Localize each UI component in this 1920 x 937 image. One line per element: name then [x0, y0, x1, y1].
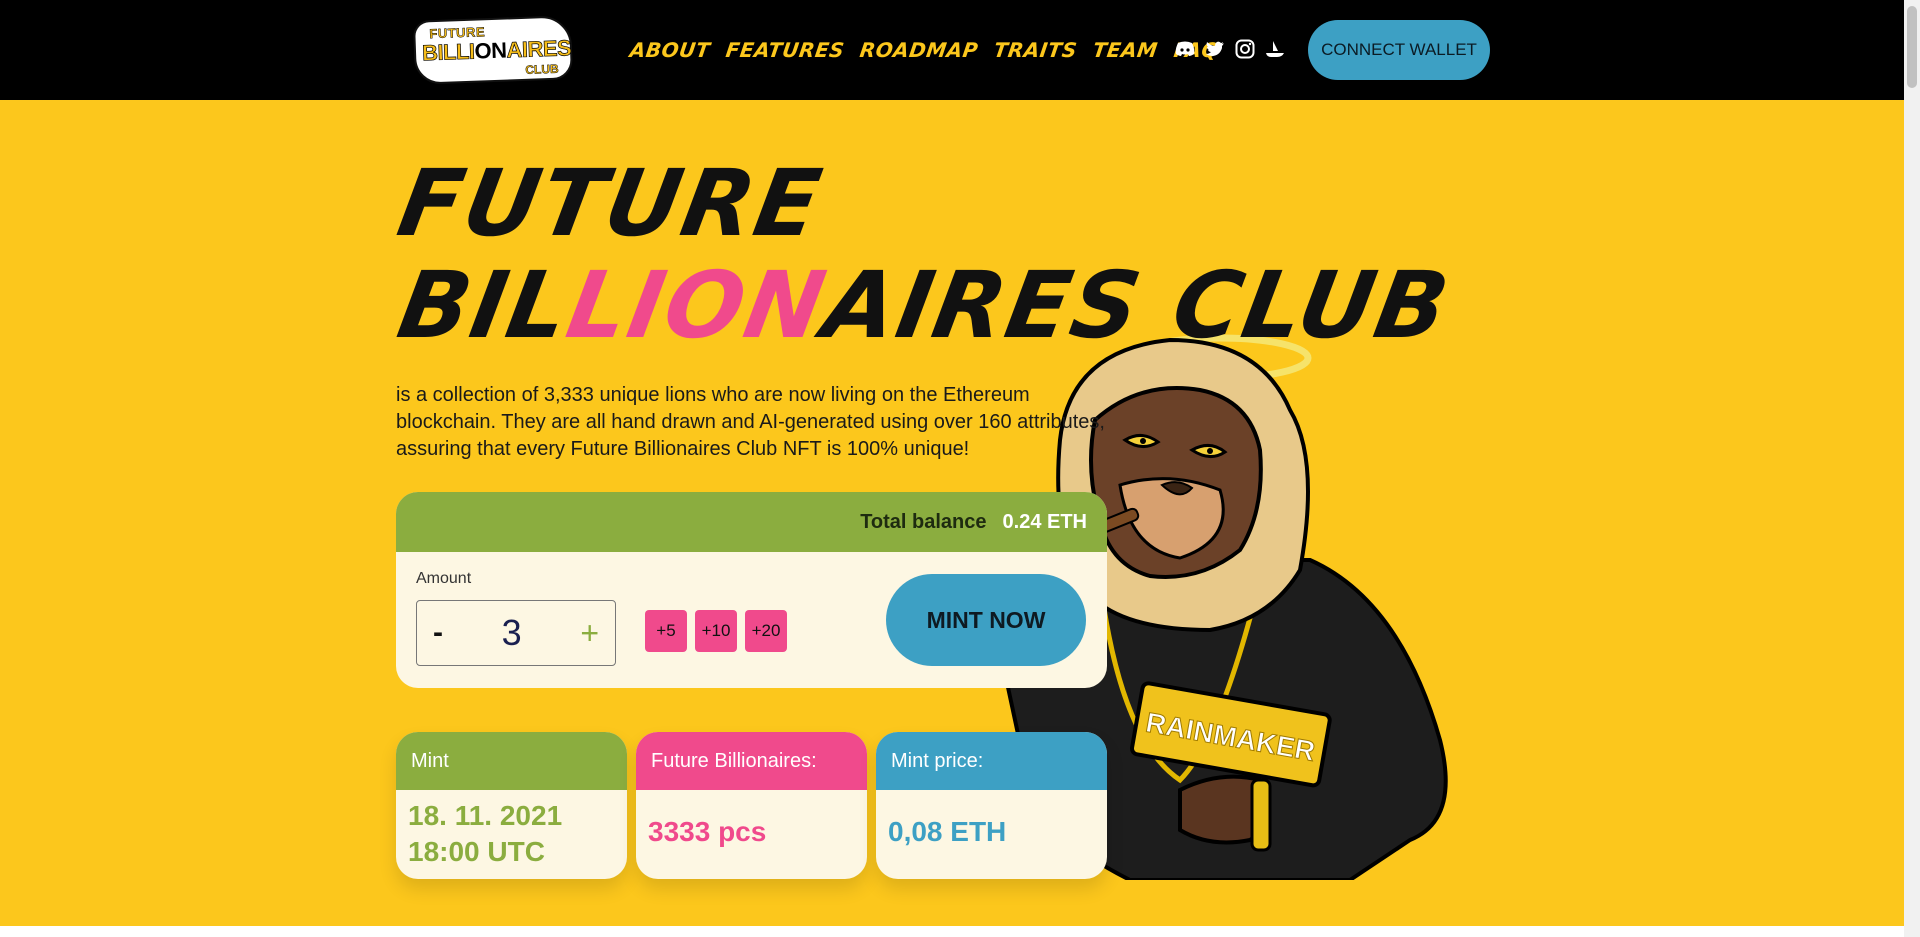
balance-label: Total balance [860, 510, 987, 533]
discord-icon[interactable] [1174, 38, 1196, 60]
hero-title-line2: BILLIONAIRES CLUB [390, 252, 1458, 359]
connect-wallet-button[interactable]: CONNECT WALLET [1308, 20, 1490, 80]
balance-value: 0.24 ETH [1002, 510, 1087, 533]
add-5-button[interactable]: +5 [645, 610, 687, 652]
decrement-button[interactable]: - [433, 616, 443, 650]
balance-bar: Total balance 0.24 ETH [396, 492, 1107, 552]
page-bottom-edge [0, 926, 1904, 937]
scrollbar-thumb[interactable] [1907, 6, 1917, 88]
nav-link-roadmap[interactable]: ROADMAP [859, 38, 980, 62]
instagram-icon[interactable] [1234, 38, 1256, 60]
add-10-button[interactable]: +10 [695, 610, 737, 652]
nav-link-about[interactable]: ABOUT [628, 38, 711, 62]
increment-button[interactable]: + [580, 615, 599, 652]
top-nav: FUTURE BILLIONAIRES CLUB ABOUT FEATURES … [0, 0, 1920, 100]
card-label: Mint [396, 732, 627, 790]
mint-panel: Total balance 0.24 ETH Amount - 3 + +5 +… [396, 492, 1107, 688]
twitter-icon[interactable] [1204, 38, 1226, 60]
card-value: 0,08 ETH [888, 816, 1007, 847]
social-links [1174, 38, 1286, 60]
main-menu: ABOUT FEATURES ROADMAP TRAITS TEAM FAQ [628, 38, 1221, 62]
card-label: Future Billionaires: [636, 732, 867, 790]
quantity-value[interactable]: 3 [502, 612, 522, 654]
supply-card: Future Billionaires: 3333 pcs [636, 732, 867, 879]
card-value: 18. 11. 2021 18:00 UTC [408, 800, 563, 867]
site-logo[interactable]: FUTURE BILLIONAIRES CLUB [412, 15, 574, 85]
card-label: Mint price: [876, 732, 1107, 790]
opensea-icon[interactable] [1264, 38, 1286, 60]
nav-link-features[interactable]: FEATURES [724, 38, 846, 62]
mint-now-button[interactable]: MINT NOW [886, 574, 1086, 666]
amount-label: Amount [416, 570, 472, 587]
card-value: 3333 pcs [648, 816, 767, 847]
nav-link-team[interactable]: TEAM [1092, 38, 1160, 62]
page-scrollbar[interactable] [1904, 0, 1920, 937]
mint-price-card: Mint price: 0,08 ETH [876, 732, 1107, 879]
add-20-button[interactable]: +20 [745, 610, 787, 652]
hero-title-line1: FUTURE [390, 150, 831, 257]
hero-description: is a collection of 3,333 unique lions wh… [396, 384, 1105, 460]
nav-link-traits[interactable]: TRAITS [993, 38, 1079, 62]
quantity-stepper: - 3 + [416, 600, 616, 666]
logo-line3: CLUB [525, 61, 559, 77]
mint-date-card: Mint 18. 11. 2021 18:00 UTC [396, 732, 627, 879]
